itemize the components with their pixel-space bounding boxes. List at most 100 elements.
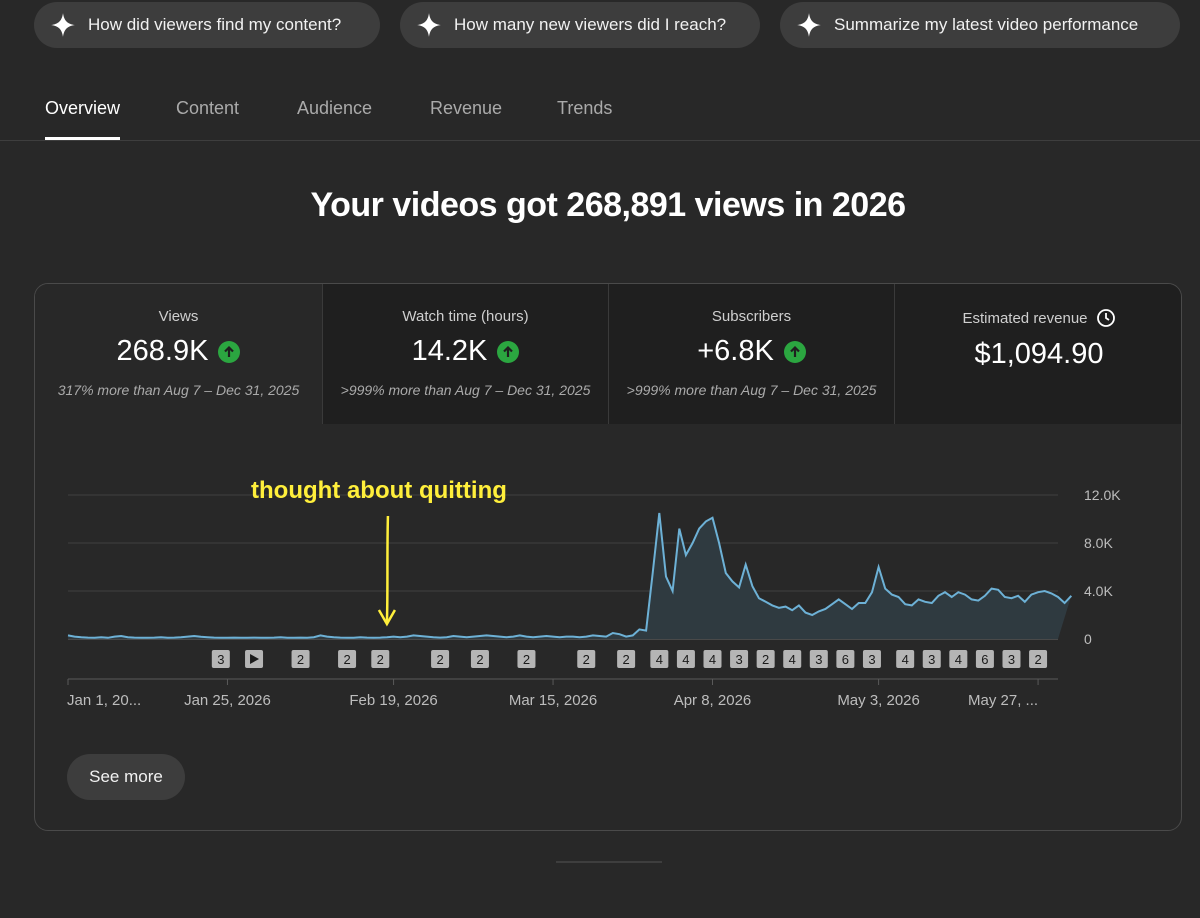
marker-count: 3 [217, 652, 224, 667]
metric-comparison: 317% more than Aug 7 – Dec 31, 2025 [57, 382, 300, 398]
video-marker: 6 [975, 650, 994, 668]
annotation-text: thought about quitting [251, 477, 507, 504]
video-marker: 2 [517, 650, 536, 668]
video-marker: 2 [617, 650, 636, 668]
sparkle-icon [51, 13, 75, 37]
marker-count: 2 [762, 652, 769, 667]
marker-count: 3 [1008, 652, 1015, 667]
marker-count: 4 [656, 652, 663, 667]
marker-count: 2 [436, 652, 443, 667]
chip-summarize[interactable]: Summarize my latest video performance [780, 2, 1180, 48]
metric-value: $1,094.90 [974, 338, 1104, 370]
marker-count: 4 [789, 652, 796, 667]
video-marker: 2 [291, 650, 310, 668]
annotation-arrow [377, 515, 397, 627]
metric-revenue[interactable]: Estimated revenue $1,094.90 [894, 284, 1181, 424]
suggestion-chips: How did viewers find my content? How man… [34, 2, 1180, 48]
video-marker: 4 [896, 650, 915, 668]
marker-count: 2 [583, 652, 590, 667]
x-tick-label: Feb 19, 2026 [349, 692, 437, 709]
metric-label: Estimated revenue [962, 309, 1088, 327]
marker-count: 3 [815, 652, 822, 667]
arrow-up-icon [783, 340, 806, 363]
marker-count: 2 [377, 652, 384, 667]
video-marker: 3 [730, 650, 749, 668]
video-marker: 4 [783, 650, 802, 668]
marker-count: 6 [981, 652, 988, 667]
marker-count: 2 [297, 652, 304, 667]
video-marker: 3 [862, 650, 881, 668]
marker-count: 2 [343, 652, 350, 667]
video-marker: 3 [809, 650, 828, 668]
video-marker: 4 [650, 650, 669, 668]
tab-audience[interactable]: Audience [297, 98, 372, 140]
see-more-button[interactable]: See more [67, 754, 185, 800]
page-headline: Your videos got 268,891 views in 2026 [310, 186, 906, 224]
marker-count: 2 [523, 652, 530, 667]
chip-label: Summarize my latest video performance [834, 15, 1139, 34]
arrow-up-icon [497, 340, 520, 363]
metric-comparison: >999% more than Aug 7 – Dec 31, 2025 [340, 382, 591, 398]
marker-count: 2 [623, 652, 630, 667]
x-tick-label: Jan 1, 20... [67, 692, 141, 709]
marker-count: 4 [902, 652, 909, 667]
video-marker: 2 [371, 650, 390, 668]
y-tick-label: 4.0K [1084, 583, 1113, 599]
y-tick-label: 12.0K [1084, 487, 1121, 503]
video-marker: 2 [470, 650, 489, 668]
marker-count: 3 [735, 652, 742, 667]
video-marker: 3 [1002, 650, 1021, 668]
marker-count: 2 [476, 652, 483, 667]
video-marker: 3 [211, 650, 230, 668]
video-marker: 2 [756, 650, 775, 668]
video-marker: 4 [703, 650, 722, 668]
metric-label: Views [158, 308, 199, 325]
x-tick-label: May 3, 2026 [837, 692, 920, 709]
metric-label: Watch time (hours) [402, 308, 529, 325]
marker-count: 3 [868, 652, 875, 667]
video-marker: 2 [338, 650, 357, 668]
overview-card: Views 268.9K 317% more than Aug 7 – Dec … [34, 283, 1182, 831]
tab-overview[interactable]: Overview [45, 98, 121, 140]
x-axis-ticks: Jan 1, 20... Jan 25, 2026 Feb 19, 2026 Mar … [67, 679, 1039, 709]
video-marker: 4 [949, 650, 968, 668]
metric-label: Subscribers [711, 308, 792, 325]
video-marker: 2 [1029, 650, 1048, 668]
arrow-shaft [385, 515, 390, 623]
tab-revenue[interactable]: Revenue [430, 98, 502, 140]
tab-bar: Overview Content Audience Revenue Trends [0, 86, 1200, 141]
metric-views[interactable]: Views 268.9K 317% more than Aug 7 – Dec … [35, 284, 322, 424]
x-tick-label: May 27, ... [968, 692, 1038, 709]
marker-count: 3 [928, 652, 935, 667]
clock-icon [1096, 309, 1115, 327]
metric-value: 14.2K [411, 335, 488, 367]
chip-viewers-find[interactable]: How did viewers find my content? [34, 2, 380, 48]
x-tick-label: Jan 25, 2026 [184, 692, 271, 709]
metric-comparison: >999% more than Aug 7 – Dec 31, 2025 [626, 382, 877, 398]
video-marker: 2 [577, 650, 596, 668]
video-marker: 4 [676, 650, 695, 668]
views-area [68, 513, 1072, 639]
metric-watch-time[interactable]: Watch time (hours) 14.2K >999% more than… [322, 284, 608, 424]
chip-new-viewers[interactable]: How many new viewers did I reach? [400, 2, 760, 48]
marker-count: 4 [682, 652, 689, 667]
marker-count: 6 [842, 652, 849, 667]
video-marker [245, 650, 264, 668]
video-markers: 3 2 2 2 2 2 2 2 2 4 4 4 3 2 4 3 6 3 4 3 4 6 3 2 [211, 650, 1048, 668]
tab-content[interactable]: Content [176, 98, 239, 140]
y-tick-label: 8.0K [1084, 535, 1113, 551]
views-chart[interactable]: 12.0K8.0K4.0K0 322222222444324363434632 … [35, 424, 1182, 831]
tab-trends[interactable]: Trends [557, 98, 612, 140]
chip-label: How did viewers find my content? [88, 15, 342, 34]
y-axis-ticks: 12.0K 8.0K 4.0K 0 [1084, 487, 1121, 647]
sparkle-icon [797, 13, 821, 37]
video-marker: 3 [922, 650, 941, 668]
x-tick-label: Mar 15, 2026 [509, 692, 597, 709]
metric-value: +6.8K [697, 335, 774, 367]
video-marker: 2 [431, 650, 450, 668]
metric-subscribers[interactable]: Subscribers +6.8K >999% more than Aug 7 … [608, 284, 894, 424]
marker-count: 4 [955, 652, 962, 667]
arrow-up-icon [218, 340, 241, 363]
metric-value: 268.9K [116, 335, 209, 367]
chip-label: How many new viewers did I reach? [454, 15, 727, 34]
